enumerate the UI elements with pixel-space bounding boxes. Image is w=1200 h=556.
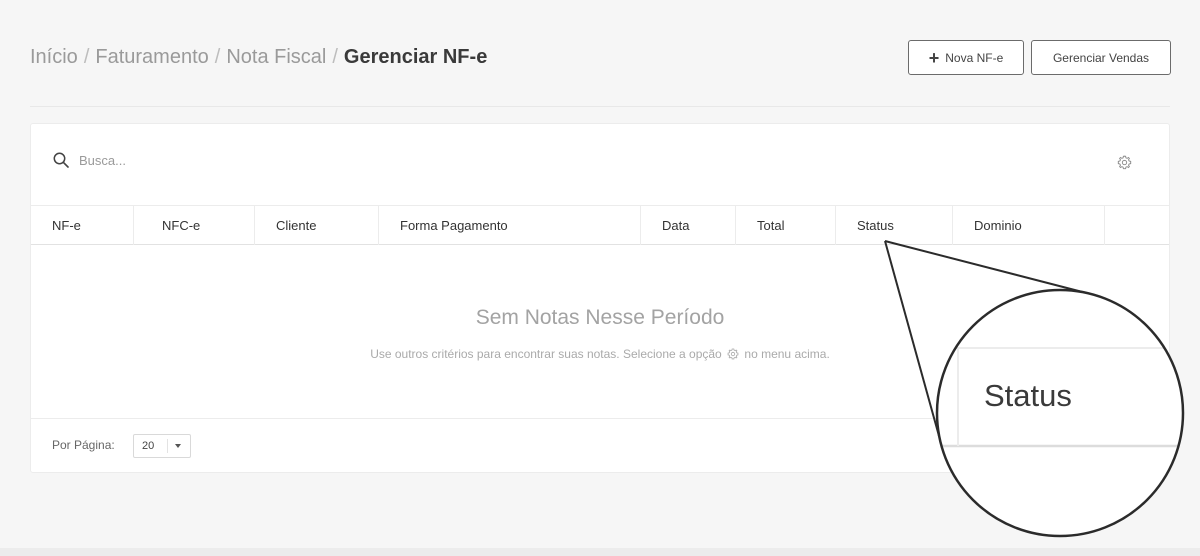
zoom-callout-label: Status <box>984 378 1072 413</box>
zoom-callout <box>884 240 1185 538</box>
